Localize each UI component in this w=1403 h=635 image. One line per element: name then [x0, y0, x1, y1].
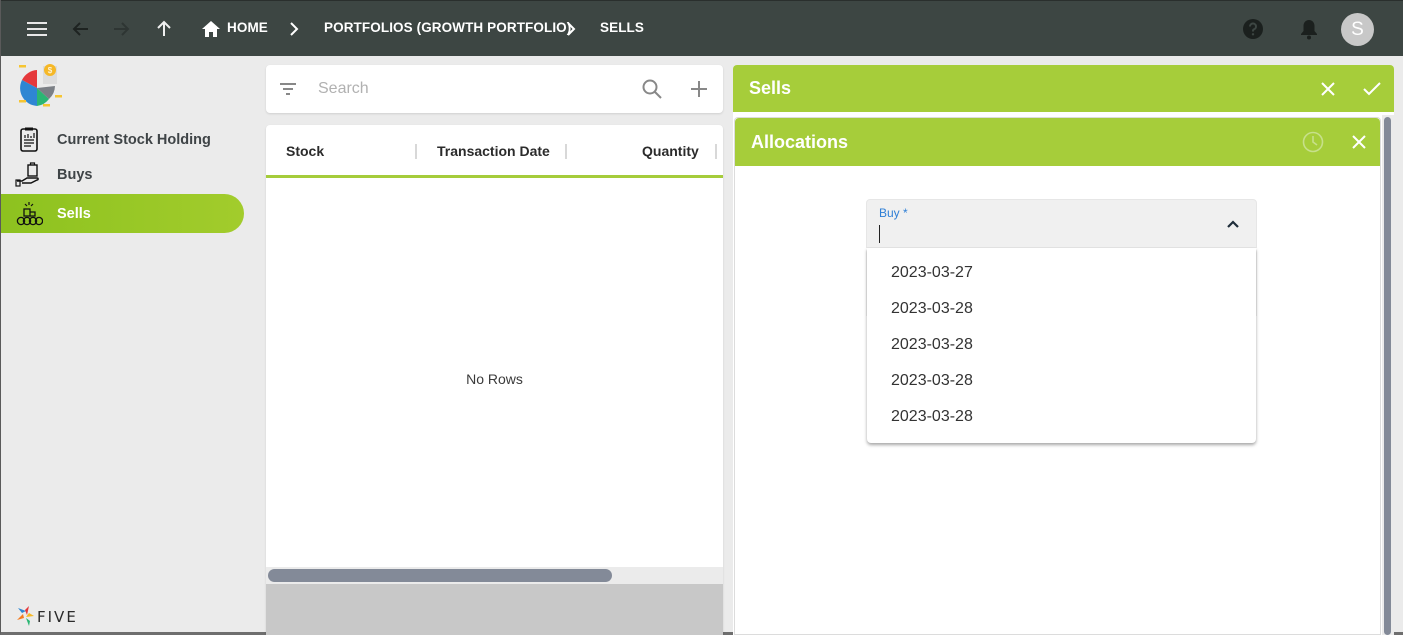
user-avatar[interactable]: S: [1341, 13, 1374, 46]
report-clipboard-icon: [15, 126, 43, 154]
help-icon[interactable]: [1241, 17, 1265, 41]
breadcrumb-portfolios[interactable]: PORTFOLIOS (GROWTH PORTFOLIO): [324, 20, 571, 35]
buy-field-label: Buy *: [879, 206, 908, 220]
sidebar-item-sells[interactable]: Sells: [1, 194, 244, 233]
history-clock-icon[interactable]: [1301, 130, 1325, 154]
column-resize-handle[interactable]: [565, 144, 567, 159]
buy-select-field[interactable]: Buy *: [866, 199, 1257, 248]
dropdown-option[interactable]: 2023-03-28: [867, 327, 1256, 363]
column-resize-handle[interactable]: [415, 144, 417, 159]
forward-arrow-icon[interactable]: [109, 17, 133, 41]
grid-footer: [266, 584, 723, 635]
breadcrumb-home[interactable]: HOME: [227, 20, 268, 35]
chevron-up-icon[interactable]: [1223, 214, 1243, 234]
search-icon[interactable]: [641, 78, 663, 100]
search-input[interactable]: [318, 77, 618, 101]
horizontal-scrollbar-thumb[interactable]: [268, 569, 612, 582]
svg-text:FIVE: FIVE: [37, 608, 78, 626]
hand-bag-icon: [15, 161, 43, 189]
svg-text:$: $: [48, 66, 53, 75]
sells-panel-header: Sells: [733, 65, 1394, 112]
sells-grid: Stock Transaction Date Quantity No Rows: [266, 125, 723, 635]
five-brand-logo: FIVE: [15, 604, 107, 628]
dropdown-option[interactable]: 2023-03-28: [867, 363, 1256, 399]
top-bar: HOME PORTFOLIOS (GROWTH PORTFOLIO) SELLS…: [1, 0, 1403, 56]
column-header-quantity[interactable]: Quantity: [642, 143, 699, 159]
close-icon[interactable]: [1316, 77, 1340, 101]
text-caret: [879, 225, 880, 243]
coins-sell-icon: [15, 200, 44, 228]
grid-header: Stock Transaction Date Quantity: [266, 125, 723, 178]
up-arrow-icon[interactable]: [152, 17, 176, 41]
chevron-right-icon: [282, 17, 306, 41]
dropdown-option[interactable]: 2023-03-28: [867, 399, 1256, 435]
allocations-panel-header: Allocations: [735, 118, 1380, 166]
sells-panel-title: Sells: [749, 78, 792, 98]
save-check-icon[interactable]: [1360, 77, 1384, 101]
home-icon[interactable]: [199, 17, 223, 41]
vertical-scrollbar-thumb[interactable]: [1384, 117, 1391, 635]
dropdown-option[interactable]: 2023-03-27: [867, 255, 1256, 291]
chevron-right-icon: [559, 17, 583, 41]
horizontal-scrollbar[interactable]: [266, 567, 723, 584]
breadcrumb-sells[interactable]: SELLS: [600, 20, 644, 35]
add-icon[interactable]: [688, 78, 710, 100]
column-header-transaction-date[interactable]: Transaction Date: [437, 143, 550, 159]
column-header-stock[interactable]: Stock: [286, 143, 324, 159]
menu-icon[interactable]: [25, 17, 49, 41]
close-icon[interactable]: [1347, 130, 1371, 154]
vertical-scrollbar[interactable]: [1382, 115, 1394, 635]
back-arrow-icon[interactable]: [69, 17, 93, 41]
sidebar: $ Current Stock Holding Buys Sells FIVE: [1, 56, 256, 632]
app-logo-pie-chart-icon: $: [15, 62, 65, 108]
column-resize-handle[interactable]: [715, 144, 717, 159]
buy-options-dropdown: 2023-03-27 2023-03-28 2023-03-28 2023-03…: [867, 248, 1256, 443]
sidebar-item-current-stock-holding[interactable]: Current Stock Holding: [1, 120, 244, 159]
dropdown-option[interactable]: 2023-03-28: [867, 291, 1256, 327]
sidebar-item-buys[interactable]: Buys: [1, 155, 244, 194]
search-bar: [266, 65, 723, 113]
notifications-bell-icon[interactable]: [1297, 17, 1321, 41]
empty-grid-message: No Rows: [466, 371, 523, 387]
allocations-panel-title: Allocations: [751, 132, 849, 152]
filter-icon[interactable]: [278, 79, 298, 99]
